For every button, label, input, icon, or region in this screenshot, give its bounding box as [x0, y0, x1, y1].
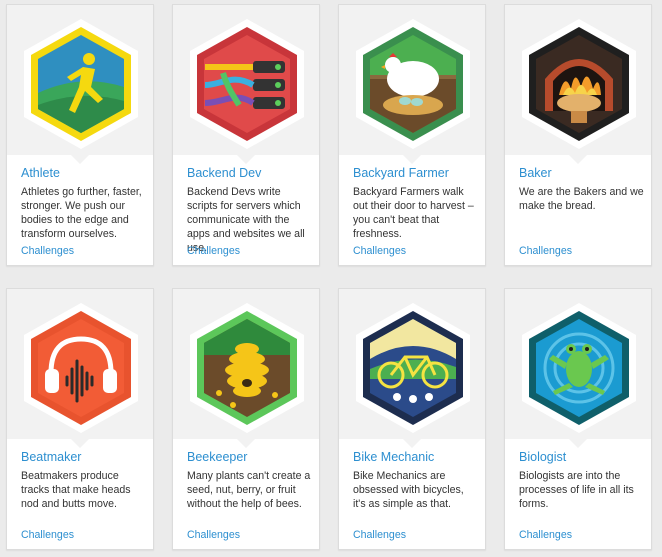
hen-nest-icon	[356, 19, 470, 149]
headphones-icon	[24, 303, 138, 433]
profession-grid: Athlete Athletes go further, faster, str…	[0, 0, 662, 557]
card-notch	[569, 155, 587, 164]
challenges-link[interactable]: Challenges	[353, 244, 406, 258]
card-notch	[403, 439, 421, 448]
runner-icon	[24, 19, 138, 149]
card-backyard-farmer[interactable]: Backyard Farmer Backyard Farmers walk ou…	[338, 4, 486, 266]
card-description: Many plants can't create a seed, nut, be…	[187, 470, 311, 510]
card-description: We are the Bakers and we make the bread.	[519, 186, 644, 212]
challenges-link[interactable]: Challenges	[519, 244, 572, 258]
card-title: Baker	[519, 166, 552, 180]
card-title: Backend Dev	[187, 166, 262, 180]
card-beekeeper[interactable]: Beekeeper Many plants can't create a see…	[172, 288, 320, 550]
card-notch	[71, 155, 89, 164]
frog-icon	[522, 303, 636, 433]
card-title: Backyard Farmer	[353, 166, 449, 180]
card-description: Athletes go further, faster, stronger. W…	[21, 186, 142, 240]
card-notch	[403, 155, 421, 164]
card-title: Beekeeper	[187, 450, 248, 464]
challenges-link[interactable]: Challenges	[187, 528, 240, 542]
card-bike-mechanic[interactable]: Bike Mechanic Bike Mechanics are obsesse…	[338, 288, 486, 550]
bread-oven-icon	[522, 19, 636, 149]
card-notch	[569, 439, 587, 448]
challenges-link[interactable]: Challenges	[21, 528, 74, 542]
card-title: Biologist	[519, 450, 567, 464]
challenges-link[interactable]: Challenges	[353, 528, 406, 542]
card-beatmaker[interactable]: Beatmaker Beatmakers produce tracks that…	[6, 288, 154, 550]
card-biologist[interactable]: Biologist Biologists are into the proces…	[504, 288, 652, 550]
card-description: Beatmakers produce tracks that make head…	[21, 470, 131, 510]
challenges-link[interactable]: Challenges	[519, 528, 572, 542]
card-backend-dev[interactable]: Backend Dev Backend Devs write scripts f…	[172, 4, 320, 266]
card-description: Bike Mechanics are obsessed with bicycle…	[353, 470, 464, 510]
card-title: Bike Mechanic	[353, 450, 435, 464]
card-description: Biologists are into the processes of lif…	[519, 470, 634, 510]
bicycle-icon	[356, 303, 470, 433]
card-description: Backyard Farmers walk out their door to …	[353, 186, 474, 240]
card-notch	[71, 439, 89, 448]
beehive-icon	[190, 303, 304, 433]
card-notch	[237, 155, 255, 164]
challenges-link[interactable]: Challenges	[187, 244, 240, 258]
challenges-link[interactable]: Challenges	[21, 244, 74, 258]
server-cables-icon	[190, 19, 304, 149]
card-title: Athlete	[21, 166, 60, 180]
card-title: Beatmaker	[21, 450, 82, 464]
card-notch	[237, 439, 255, 448]
card-athlete[interactable]: Athlete Athletes go further, faster, str…	[6, 4, 154, 266]
card-baker[interactable]: Baker We are the Bakers and we make the …	[504, 4, 652, 266]
